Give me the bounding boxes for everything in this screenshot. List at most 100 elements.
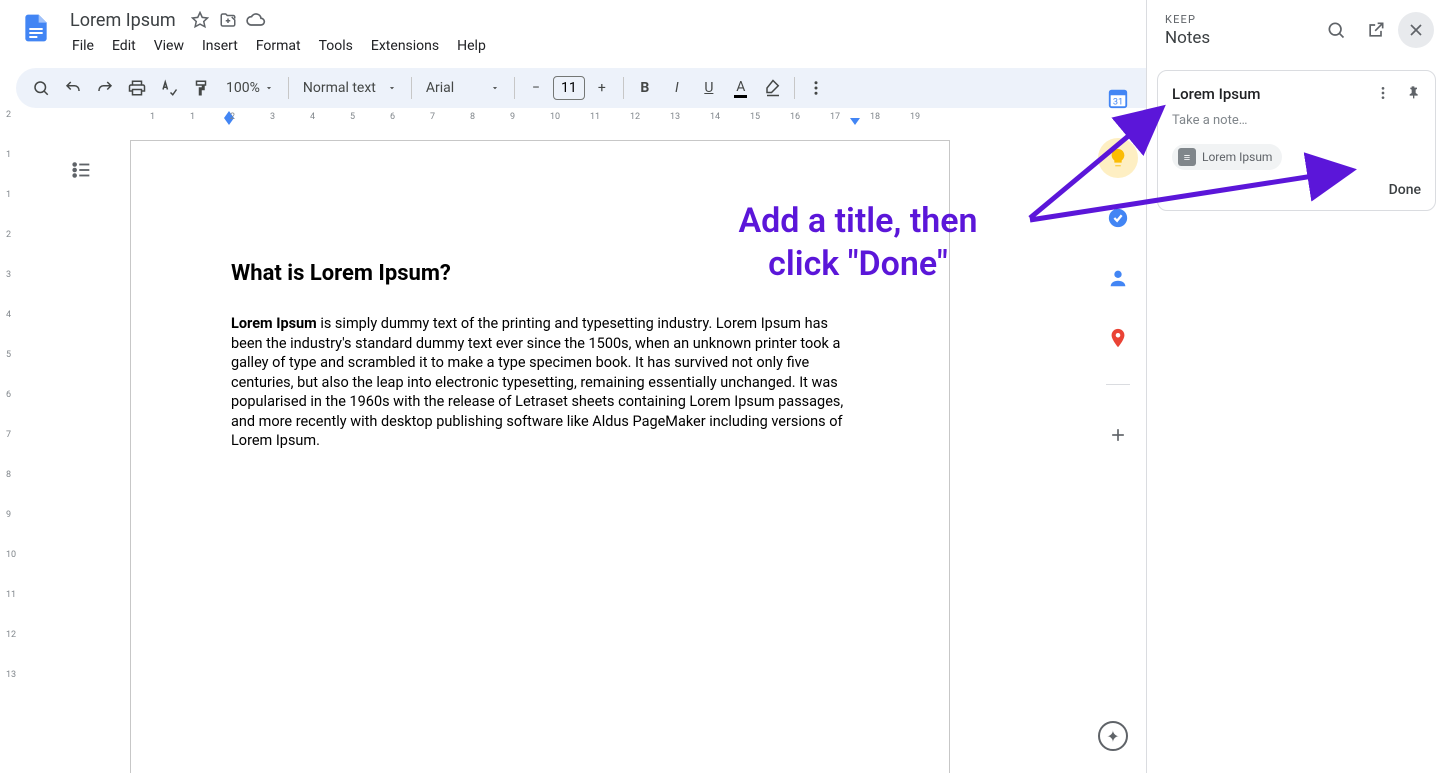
more-tools-icon[interactable]	[801, 73, 831, 103]
font-dropdown[interactable]: Arial	[418, 73, 508, 103]
print-icon[interactable]	[122, 73, 152, 103]
ruler-tick: 5	[6, 350, 11, 360]
ruler-tick: 11	[6, 590, 16, 600]
right-indent-marker[interactable]	[850, 118, 860, 125]
horizontal-ruler[interactable]: 112345678910111213141516171819	[130, 110, 950, 128]
work-area: 2112345678910111213 11234567891011121314…	[0, 110, 1140, 773]
increase-font-icon[interactable]: +	[587, 73, 617, 103]
ruler-tick: 13	[670, 112, 680, 122]
ruler-tick: 6	[6, 390, 11, 400]
ruler-tick: 3	[6, 270, 11, 280]
underline-icon[interactable]: U	[694, 73, 724, 103]
undo-icon[interactable]	[58, 73, 88, 103]
doc-paragraph[interactable]: Lorem Ipsum is simply dummy text of the …	[231, 314, 849, 451]
menu-insert[interactable]: Insert	[194, 34, 246, 58]
font-size-input[interactable]: 11	[553, 76, 585, 100]
ruler-tick: 10	[6, 550, 16, 560]
ruler-tick: 12	[6, 630, 16, 640]
ruler-tick: 7	[430, 112, 435, 122]
separator	[623, 77, 624, 99]
calendar-app-icon[interactable]: 31	[1098, 78, 1138, 118]
keep-note-card[interactable]: Lorem Ipsum Take a note… ≡ Lorem Ipsum D…	[1157, 70, 1436, 211]
highlight-icon[interactable]	[758, 73, 788, 103]
title-area: Lorem Ipsum File Edit View Insert Format…	[64, 8, 1160, 58]
ruler-tick: 8	[6, 470, 11, 480]
search-menus-icon[interactable]	[26, 73, 56, 103]
document-title[interactable]: Lorem Ipsum	[64, 8, 182, 33]
italic-icon[interactable]: I	[662, 73, 692, 103]
menu-bar: File Edit View Insert Format Tools Exten…	[64, 34, 1160, 58]
menu-extensions[interactable]: Extensions	[363, 34, 447, 58]
note-body-input[interactable]: Take a note…	[1172, 113, 1421, 128]
ruler-tick: 13	[6, 670, 16, 680]
doc-heading[interactable]: What is Lorem Ipsum?	[231, 261, 849, 286]
keep-title: Notes	[1165, 28, 1318, 48]
ruler-tick: 2	[230, 112, 235, 122]
ruler-tick: 7	[6, 430, 11, 440]
star-icon[interactable]	[190, 10, 210, 30]
contacts-app-icon[interactable]	[1098, 258, 1138, 298]
explore-icon[interactable]: ✦	[1098, 721, 1128, 751]
note-pin-icon[interactable]	[1399, 79, 1427, 107]
document-page[interactable]: What is Lorem Ipsum? Lorem Ipsum is simp…	[130, 140, 950, 773]
decrease-font-icon[interactable]: −	[521, 73, 551, 103]
zoom-dropdown[interactable]: 100%	[218, 73, 282, 103]
ruler-tick: 14	[710, 112, 720, 122]
keep-search-icon[interactable]	[1318, 12, 1354, 48]
redo-icon[interactable]	[90, 73, 120, 103]
separator	[411, 77, 412, 99]
note-source-chip[interactable]: ≡ Lorem Ipsum	[1172, 144, 1282, 170]
ruler-tick: 9	[510, 112, 515, 122]
svg-text:31: 31	[1113, 97, 1123, 107]
keep-close-icon[interactable]	[1398, 12, 1434, 48]
ruler-tick: 3	[270, 112, 275, 122]
menu-format[interactable]: Format	[248, 34, 309, 58]
font-value: Arial	[426, 80, 454, 96]
menu-file[interactable]: File	[64, 34, 102, 58]
sidebar-divider	[1106, 384, 1130, 385]
move-icon[interactable]	[218, 10, 238, 30]
ruler-tick: 9	[6, 510, 11, 520]
ruler-tick: 15	[750, 112, 760, 122]
ruler-tick: 12	[630, 112, 640, 122]
ruler-tick: 16	[790, 112, 800, 122]
get-addons-icon[interactable]	[1098, 415, 1138, 455]
paint-format-icon[interactable]	[186, 73, 216, 103]
chevron-down-icon	[264, 83, 274, 93]
ruler-tick: 2	[6, 230, 11, 240]
note-done-button[interactable]: Done	[1172, 182, 1421, 198]
side-panel-apps: 31	[1090, 64, 1146, 773]
cloud-status-icon[interactable]	[246, 10, 266, 30]
style-value: Normal text	[303, 80, 376, 96]
ruler-tick: 18	[870, 112, 880, 122]
bold-icon[interactable]: B	[630, 73, 660, 103]
menu-view[interactable]: View	[146, 34, 192, 58]
keep-app-icon[interactable]	[1098, 138, 1138, 178]
doc-chip-icon: ≡	[1178, 148, 1196, 166]
show-outline-icon[interactable]	[64, 152, 100, 188]
ruler-tick: 1	[150, 112, 155, 122]
ruler-tick: 5	[350, 112, 355, 122]
ruler-tick: 4	[310, 112, 315, 122]
maps-app-icon[interactable]	[1098, 318, 1138, 358]
doc-para-bold: Lorem Ipsum	[231, 315, 317, 332]
ruler-tick: 1	[6, 150, 11, 160]
tasks-app-icon[interactable]	[1098, 198, 1138, 238]
ruler-tick: 1	[190, 112, 195, 122]
ruler-tick: 11	[590, 112, 600, 122]
menu-edit[interactable]: Edit	[104, 34, 144, 58]
note-more-icon[interactable]	[1369, 79, 1397, 107]
separator	[514, 77, 515, 99]
ruler-tick: 1	[6, 190, 11, 200]
docs-logo[interactable]	[16, 8, 56, 48]
vertical-ruler[interactable]: 2112345678910111213	[0, 110, 26, 773]
text-color-icon[interactable]: A	[726, 73, 756, 103]
chevron-down-icon	[387, 83, 397, 93]
ruler-tick: 17	[830, 112, 840, 122]
paragraph-style-dropdown[interactable]: Normal text	[295, 73, 405, 103]
menu-tools[interactable]: Tools	[311, 34, 361, 58]
spellcheck-icon[interactable]	[154, 73, 184, 103]
menu-help[interactable]: Help	[449, 34, 494, 58]
keep-side-panel: KEEP Notes Lorem Ipsum Take a note… ≡ Lo…	[1146, 0, 1446, 773]
keep-open-new-icon[interactable]	[1358, 12, 1394, 48]
